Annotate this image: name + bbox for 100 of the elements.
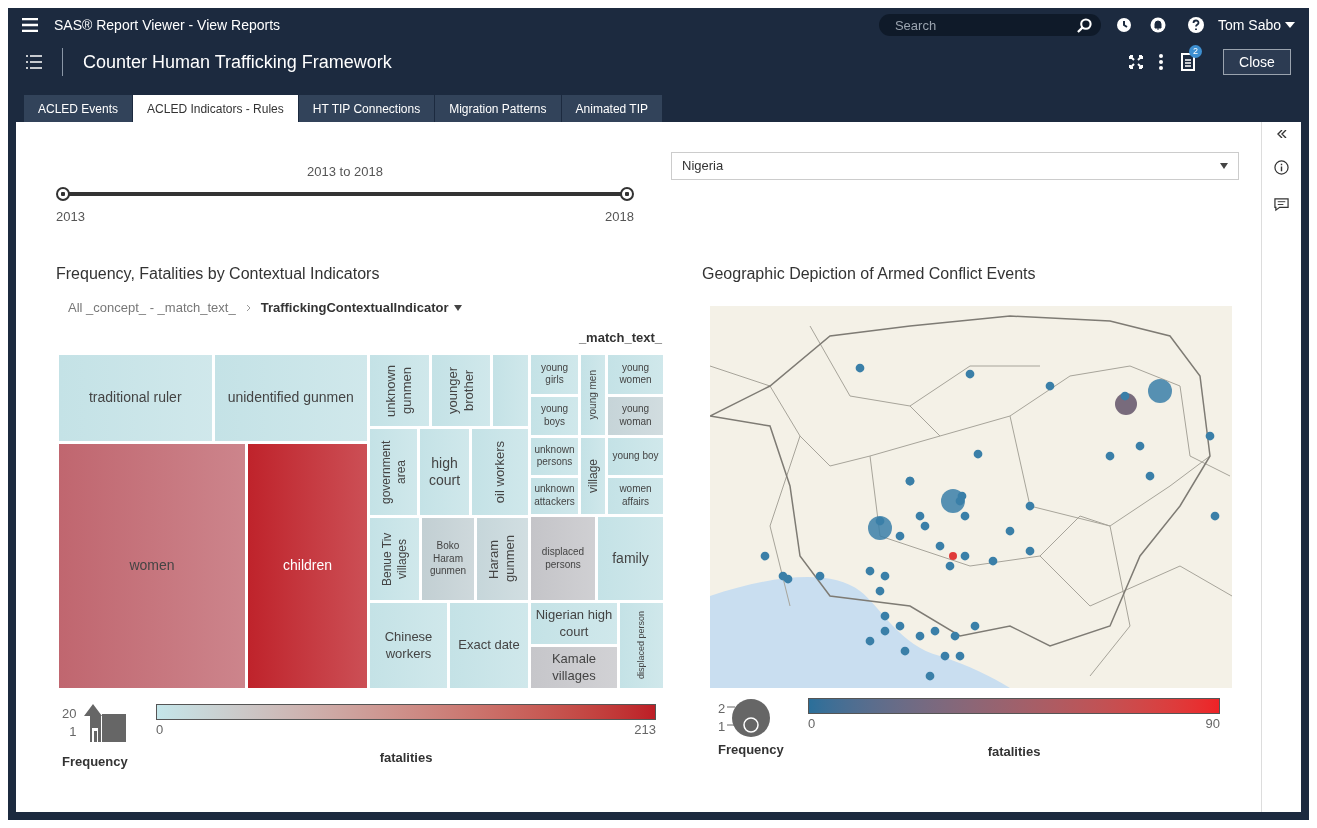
treemap-tile[interactable]: Haram gunmen <box>477 518 528 600</box>
breadcrumb-link[interactable]: All _concept_ - _match_text_ <box>68 298 236 318</box>
legend-max-label: 213 <box>634 721 656 739</box>
report-title: Counter Human Trafficking Framework <box>83 50 392 74</box>
treemap-tile[interactable]: displaced person <box>620 603 663 688</box>
treemap-tile[interactable]: children <box>248 444 367 688</box>
treemap-tile[interactable]: young boys <box>531 396 578 435</box>
slider-track[interactable] <box>56 186 634 201</box>
report-tab[interactable]: Animated TIP <box>561 95 663 122</box>
caret-icon <box>1220 163 1228 169</box>
chart-title: Frequency, Fatalities by Contextual Indicators <box>56 264 381 284</box>
treemap-tile[interactable]: Chinese workers <box>370 603 447 688</box>
tile-label: children <box>283 557 332 575</box>
size-min-label: 1 <box>68 723 77 741</box>
treemap-tile[interactable]: unknown persons <box>531 438 578 475</box>
user-menu[interactable]: Tom Sabo <box>1217 14 1295 36</box>
country-dropdown[interactable]: Nigeria <box>671 152 1239 180</box>
tile-label: Exact date <box>458 637 520 654</box>
collapse-icon[interactable] <box>1276 130 1287 138</box>
treemap-tile[interactable]: young boy <box>608 438 663 475</box>
caret-icon <box>454 304 463 311</box>
tile-label: displaced persons <box>540 546 586 571</box>
tile-label: younger brother <box>444 366 477 416</box>
breadcrumb-dropdown[interactable]: TraffickingContextualIndicator <box>260 298 463 318</box>
slider-thumb[interactable] <box>620 186 634 201</box>
treemap-tile[interactable]: traditional ruler <box>59 355 212 441</box>
treemap-tile[interactable]: young woman <box>608 396 663 435</box>
report-tab[interactable]: ACLED Indicators - Rules <box>133 95 298 122</box>
treemap-tile[interactable]: younger brother <box>432 355 490 426</box>
treemap-tile[interactable]: women affairs <box>608 477 663 514</box>
treemap-tile[interactable]: high court <box>420 429 469 515</box>
bell-icon[interactable] <box>1149 17 1166 33</box>
tile-label: women affairs <box>618 483 653 509</box>
legend-title: _match_text_ <box>578 328 662 347</box>
report-tab[interactable]: HT TIP Connections <box>298 95 435 122</box>
legend-max-label: 90 <box>1205 715 1220 733</box>
tile-label: Boko Haram gunmen <box>428 540 468 578</box>
tile-label: oil workers <box>491 440 508 504</box>
treemap-tile[interactable]: family <box>598 517 663 600</box>
treemap-tile[interactable]: unknown gunmen <box>370 355 429 426</box>
treemap-tile[interactable]: government area <box>370 429 417 515</box>
treemap-tile[interactable]: Boko Haram gunmen <box>422 518 474 600</box>
tile-label: government area <box>378 439 409 506</box>
treemap-tile[interactable]: young girls <box>531 355 578 394</box>
notification-badge: 2 <box>1189 45 1202 58</box>
report-tab[interactable]: ACLED Events <box>24 95 133 122</box>
tile-label: unknown persons <box>533 443 576 469</box>
treemap-tile[interactable] <box>493 355 528 426</box>
treemap-tile[interactable]: Exact date <box>450 603 528 688</box>
tile-label: displaced person <box>635 611 647 680</box>
tile-label: high court <box>427 454 462 490</box>
treemap-tile[interactable]: Kamale villages <box>531 647 617 688</box>
info-icon[interactable] <box>1274 160 1289 175</box>
tile-label: women <box>129 557 175 575</box>
chart-title: Geographic Depiction of Armed Conflict Events <box>702 264 1037 284</box>
report-tab[interactable]: Migration Patterns <box>435 95 561 122</box>
legend-title: Frequency <box>718 741 785 759</box>
size-min-label: 1 <box>718 718 726 736</box>
tile-label: traditional ruler <box>88 389 182 407</box>
list-icon[interactable] <box>26 55 42 69</box>
tile-label: Benue Tiv villages <box>379 531 410 588</box>
tile-label: young women <box>618 361 653 387</box>
tile-label: young woman <box>618 403 653 429</box>
comment-icon[interactable] <box>1274 197 1289 212</box>
slider-min-label: 2013 <box>56 207 85 226</box>
tile-label: young girls <box>539 361 570 387</box>
treemap-tile[interactable]: unknown attackers <box>531 477 578 514</box>
history-icon[interactable] <box>1115 17 1132 33</box>
treemap-tile[interactable]: young men <box>581 355 605 435</box>
tile-label: unknown attackers <box>533 483 576 509</box>
tile-label: village <box>585 459 601 493</box>
slider-thumb[interactable] <box>56 186 70 201</box>
expand-icon[interactable] <box>1129 55 1143 69</box>
more-icon[interactable] <box>1159 54 1163 70</box>
treemap-tile[interactable]: unidentified gunmen <box>214 355 367 441</box>
help-icon[interactable] <box>1187 17 1204 33</box>
tile-label: Chinese workers <box>383 629 434 662</box>
search-field[interactable]: Search <box>878 14 1101 36</box>
chevron-icon <box>245 303 251 312</box>
treemap-tile[interactable]: displaced persons <box>531 517 595 600</box>
legend-min-label: 0 <box>156 721 164 739</box>
treemap-tile[interactable]: oil workers <box>472 429 528 515</box>
menu-icon[interactable] <box>22 18 38 32</box>
treemap-tile[interactable]: Benue Tiv villages <box>370 518 419 600</box>
tile-label: unidentified gunmen <box>227 389 354 407</box>
tile-label: young boy <box>612 450 659 463</box>
legend-title: fatalities <box>379 748 433 767</box>
map-drawing[interactable] <box>710 306 1232 688</box>
tile-label: Haram gunmen <box>486 534 519 585</box>
legend-title: fatalities <box>987 742 1041 761</box>
tile-label: family <box>612 549 649 568</box>
treemap-tile[interactable]: village <box>581 438 605 514</box>
legend-min-label: 0 <box>808 715 816 733</box>
tile-label: young boys <box>539 403 570 429</box>
document-icon[interactable] <box>1181 53 1195 71</box>
size-max-label: 20 <box>62 705 77 723</box>
slider-max-label: 2018 <box>605 207 634 226</box>
slider-label: 2013 to 2018 <box>307 163 383 181</box>
close-button[interactable]: Close <box>1223 49 1291 75</box>
treemap-tile[interactable]: young women <box>608 355 663 394</box>
